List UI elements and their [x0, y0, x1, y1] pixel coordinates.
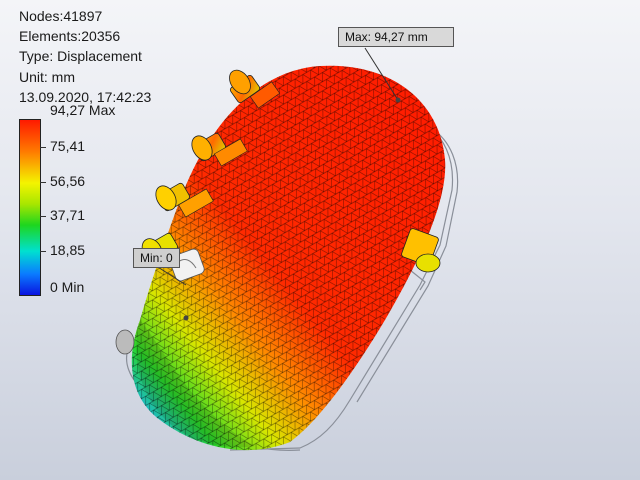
legend-tick [40, 251, 46, 252]
max-callout[interactable]: Max: 94,27 mm [338, 27, 454, 47]
legend-tick [40, 182, 46, 183]
nozzle-bottom[interactable] [115, 329, 135, 355]
legend-tick-label: 18,85 [50, 242, 86, 258]
legend-max-label: 94,27 Max [50, 102, 116, 118]
nodes-count: Nodes:41897 [19, 8, 103, 24]
min-callout[interactable]: Min: 0 [133, 248, 180, 268]
elements-count: Elements:20356 [19, 28, 121, 45]
legend-tick [40, 216, 46, 217]
legend-tick [40, 147, 46, 148]
legend-tick-label: 75,41 [50, 138, 86, 154]
result-type: Type: Displacement [19, 48, 142, 65]
legend-tick-label: 37,71 [50, 207, 86, 223]
legend-tick-label: 56,56 [50, 173, 86, 189]
max-marker [395, 97, 401, 103]
result-unit: Unit: mm [19, 68, 75, 85]
result-info: Nodes:41897 Elements:20356 Type: Displac… [19, 6, 151, 107]
min-marker [183, 315, 189, 321]
color-legend-bar [19, 119, 41, 296]
legend-min-label: 0 Min [50, 279, 85, 295]
